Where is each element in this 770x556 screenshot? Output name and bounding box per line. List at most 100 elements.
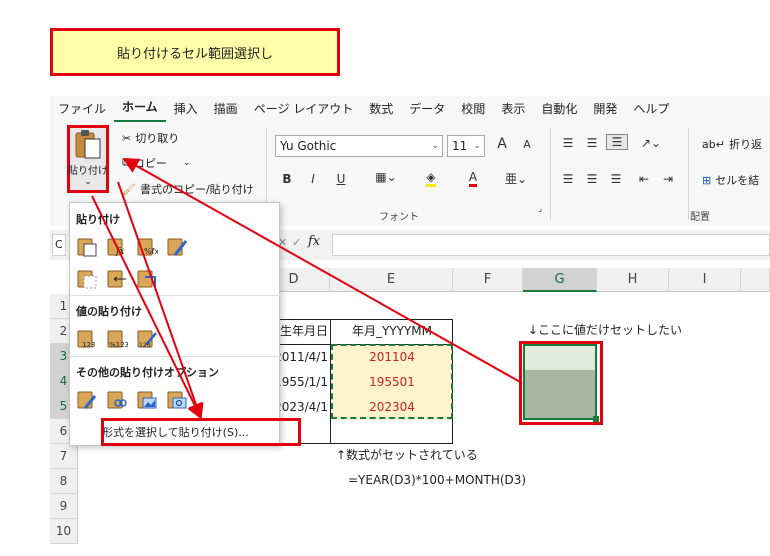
font-size-select[interactable]: 11 ⌄ bbox=[447, 135, 485, 157]
align-bottom-button[interactable]: ☰ bbox=[606, 134, 628, 150]
paste-no-borders-icon[interactable] bbox=[76, 267, 98, 289]
merge-label: セルを結 bbox=[715, 174, 760, 187]
shrink-font-icon: A bbox=[523, 138, 531, 151]
other-paste-options-row bbox=[76, 388, 188, 410]
other-paste-options-heading: その他の貼り付けオプション bbox=[76, 366, 219, 379]
fill-color-icon: ◈ bbox=[426, 170, 436, 187]
tab-draw[interactable]: 描画 bbox=[206, 96, 246, 122]
value-icon-label: %123 bbox=[109, 341, 128, 349]
paste-special-highlight bbox=[101, 418, 301, 446]
format-painter-label: 書式のコピー/貼り付け bbox=[139, 183, 254, 196]
paste-link-icon[interactable] bbox=[106, 388, 128, 410]
paste-dropdown-menu: 貼り付け fx %fx 値の貼り付け 123 %123 123 その他の貼り付け… bbox=[69, 202, 280, 446]
cut-button[interactable]: ✂ 切り取り bbox=[122, 130, 179, 146]
row-header-7[interactable]: 7 bbox=[50, 444, 78, 469]
align-middle-button[interactable]: ☰ bbox=[582, 136, 602, 150]
align-middle-icon: ☰ bbox=[586, 136, 598, 150]
paste-formulas-number-format-icon[interactable]: %fx bbox=[136, 235, 159, 257]
paste-picture-icon[interactable] bbox=[136, 388, 158, 410]
paste-options-row-2 bbox=[76, 267, 158, 289]
row-header-9[interactable]: 9 bbox=[50, 494, 78, 519]
align-left-button[interactable]: ☰ bbox=[558, 172, 578, 186]
column-header-e[interactable]: E bbox=[330, 268, 453, 292]
grow-font-icon: A bbox=[497, 136, 507, 152]
decrease-indent-icon: ⇤ bbox=[638, 172, 650, 186]
value-icon-label: 123 bbox=[82, 341, 95, 349]
copy-button[interactable]: ⧉ コピー ⌄ bbox=[122, 155, 190, 171]
note-formula-text: =YEAR(D3)*100+MONTH(D3) bbox=[348, 473, 527, 487]
tab-insert[interactable]: 挿入 bbox=[166, 96, 206, 122]
row-header-8[interactable]: 8 bbox=[50, 469, 78, 494]
shrink-font-button[interactable]: A bbox=[518, 138, 536, 151]
tab-file[interactable]: ファイル bbox=[50, 96, 114, 122]
font-name-select[interactable]: Yu Gothic ⌄ bbox=[275, 135, 443, 157]
font-dialog-launcher[interactable]: ⌟ bbox=[534, 204, 546, 214]
italic-button[interactable]: I bbox=[306, 172, 320, 186]
format-painter-button[interactable]: 🖌 書式のコピー/貼り付け bbox=[122, 181, 254, 197]
tab-review[interactable]: 校閲 bbox=[453, 96, 493, 122]
paste-keep-column-width-icon[interactable] bbox=[106, 267, 128, 289]
tab-view[interactable]: 表示 bbox=[493, 96, 533, 122]
clipboard-icon bbox=[75, 130, 101, 159]
borders-button[interactable]: ▦⌄ bbox=[373, 170, 399, 184]
tab-data[interactable]: データ bbox=[401, 96, 453, 122]
paste-keep-source-format-icon[interactable] bbox=[166, 235, 188, 257]
fill-color-button[interactable]: ◈ bbox=[416, 170, 446, 187]
column-header-h[interactable]: H bbox=[597, 268, 669, 292]
paste-values-icon[interactable]: 123 bbox=[76, 327, 98, 349]
chevron-down-icon: ⌄ bbox=[84, 177, 92, 187]
tab-formulas[interactable]: 数式 bbox=[361, 96, 401, 122]
chevron-down-icon: ⌄ bbox=[182, 158, 191, 168]
align-right-button[interactable]: ☰ bbox=[606, 172, 626, 186]
paste-icon[interactable] bbox=[76, 235, 98, 257]
paste-values-source-format-icon[interactable]: 123 bbox=[136, 327, 158, 349]
orientation-icon: ↗⌄ bbox=[640, 136, 662, 150]
fx-icon: fx bbox=[308, 234, 321, 249]
increase-indent-button[interactable]: ⇥ bbox=[658, 172, 678, 186]
tab-home[interactable]: ホーム bbox=[114, 96, 166, 122]
bold-button[interactable]: B bbox=[280, 172, 294, 186]
decrease-indent-button[interactable]: ⇤ bbox=[634, 172, 654, 186]
align-center-button[interactable]: ☰ bbox=[582, 172, 602, 186]
underline-button[interactable]: U bbox=[330, 172, 352, 186]
paste-button[interactable]: 貼り付け ⌄ bbox=[67, 125, 109, 193]
paste-values-number-format-icon[interactable]: %123 bbox=[106, 327, 129, 349]
copy-marquee bbox=[331, 344, 453, 419]
bold-icon: B bbox=[282, 172, 292, 186]
chevron-down-icon: ⌄ bbox=[473, 141, 481, 151]
name-box[interactable]: C bbox=[52, 234, 66, 256]
paste-formatting-icon[interactable] bbox=[76, 388, 98, 410]
wrap-text-button[interactable]: ab↵ 折り返 bbox=[702, 136, 762, 152]
merge-center-button[interactable]: ⊞ セルを結 bbox=[702, 172, 759, 188]
phonetic-button[interactable]: 亜⌄ bbox=[502, 170, 530, 187]
tab-help[interactable]: ヘルプ bbox=[625, 96, 677, 122]
column-header-j[interactable] bbox=[741, 268, 770, 292]
svg-text:%fx: %fx bbox=[144, 247, 158, 256]
paste-formulas-icon[interactable]: fx bbox=[106, 235, 128, 257]
font-name-value: Yu Gothic bbox=[280, 139, 337, 153]
chevron-down-icon: ⌄ bbox=[431, 141, 439, 151]
merge-icon: ⊞ bbox=[702, 173, 712, 187]
column-header-g[interactable]: G bbox=[523, 268, 597, 292]
cell-e2[interactable]: 年月_YYYYMM bbox=[331, 319, 453, 344]
borders-icon: ▦⌄ bbox=[375, 170, 397, 184]
row-header-10[interactable]: 10 bbox=[50, 519, 78, 544]
column-header-i[interactable]: I bbox=[669, 268, 741, 292]
tab-page-layout[interactable]: ページ レイアウト bbox=[246, 96, 362, 122]
confirm-icon[interactable]: ✓ bbox=[292, 236, 301, 249]
name-box-value: C bbox=[55, 238, 63, 251]
scissors-icon: ✂ bbox=[122, 131, 132, 145]
menu-separator bbox=[70, 295, 280, 296]
font-color-button[interactable]: A bbox=[458, 170, 488, 187]
tab-developer[interactable]: 開発 bbox=[585, 96, 625, 122]
tab-automate[interactable]: 自動化 bbox=[533, 96, 585, 122]
orientation-button[interactable]: ↗⌄ bbox=[638, 136, 664, 150]
grow-font-button[interactable]: A bbox=[492, 136, 512, 152]
formula-input[interactable] bbox=[332, 234, 770, 256]
paste-transpose-icon[interactable] bbox=[136, 267, 158, 289]
align-top-button[interactable]: ☰ bbox=[558, 136, 578, 150]
wrap-text-label: 折り返 bbox=[728, 138, 762, 151]
insert-function-button[interactable]: fx bbox=[308, 234, 320, 249]
paste-linked-picture-icon[interactable] bbox=[166, 388, 188, 410]
column-header-f[interactable]: F bbox=[453, 268, 523, 292]
